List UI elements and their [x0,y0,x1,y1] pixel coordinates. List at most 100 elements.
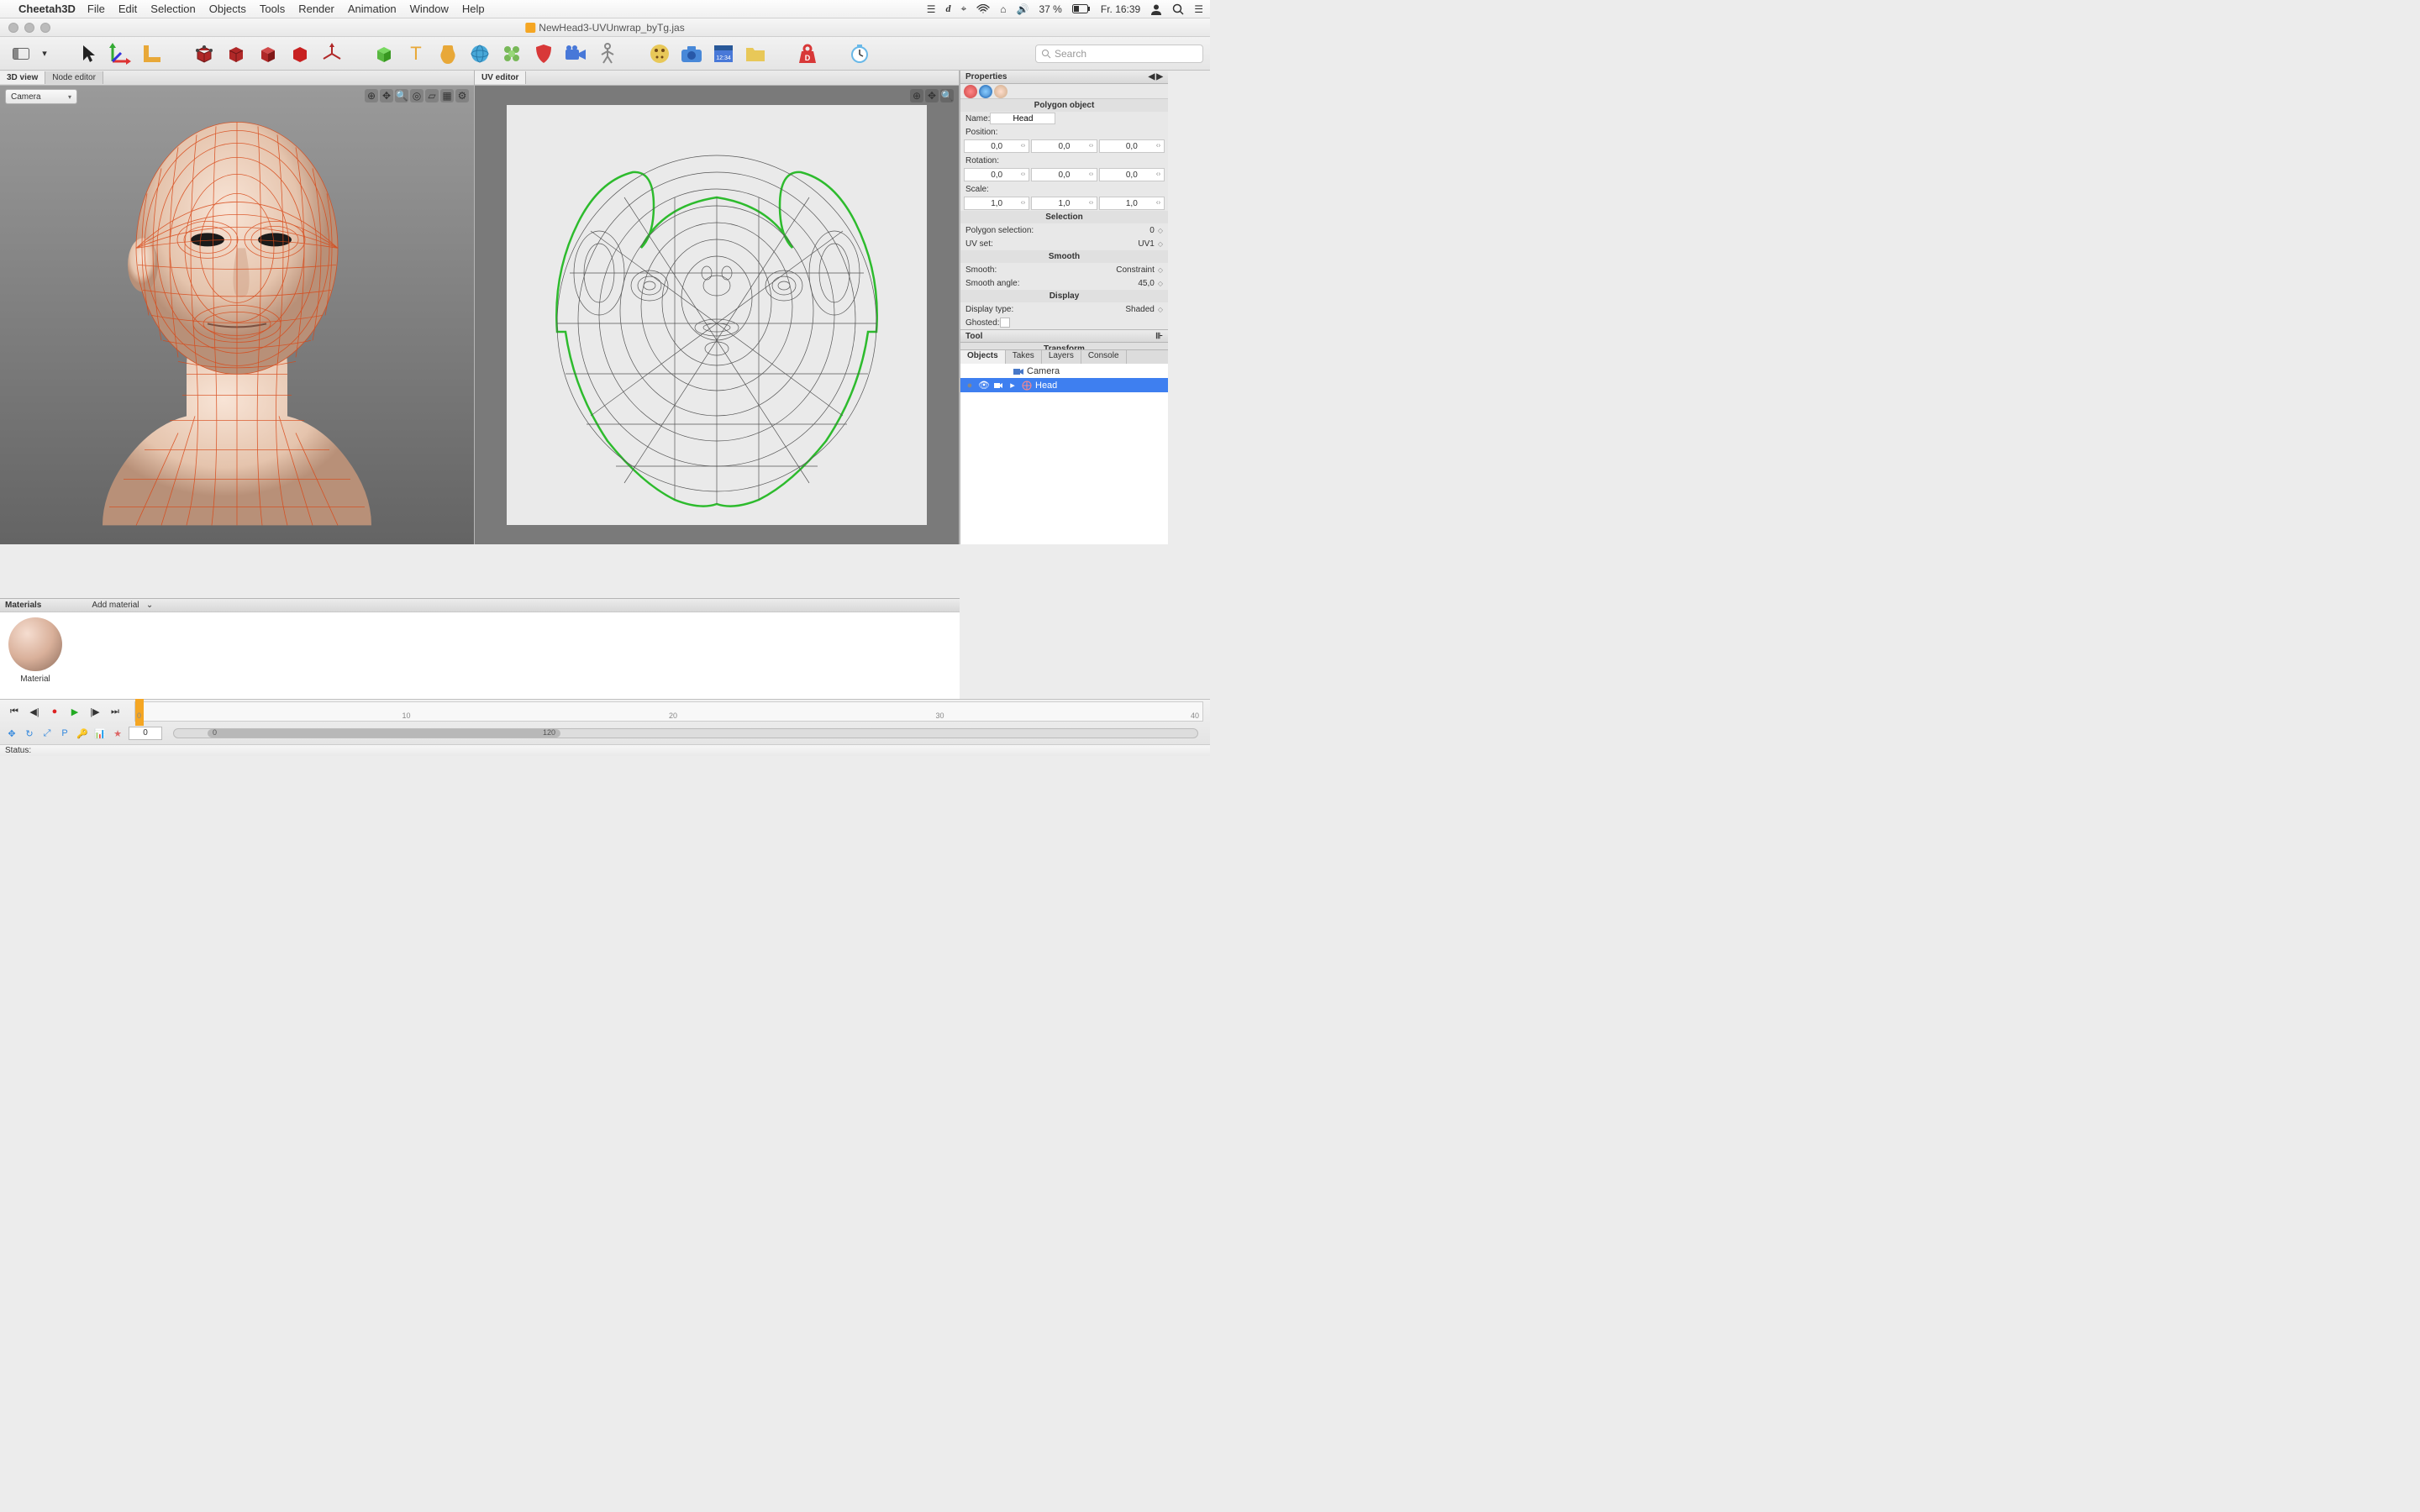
orbit-icon[interactable]: ⊕ [365,89,378,102]
airplay-icon[interactable]: ⌂ [1000,3,1006,15]
display-type-dropdown[interactable]: Shaded [1125,305,1154,314]
timeline-thumb[interactable]: 0120 [208,729,560,738]
photo-camera-icon[interactable] [677,41,706,66]
prop-tab-material-icon[interactable] [994,85,1007,98]
render-vis-icon[interactable] [992,380,1004,391]
clock-text[interactable]: Fr. 16:39 [1101,3,1140,15]
wifi-icon[interactable] [976,4,990,14]
material-item[interactable]: Material [5,617,66,694]
visibility-icon[interactable]: 👁 [978,380,990,391]
current-frame-input[interactable]: 0 [129,727,162,740]
axes-icon[interactable] [318,41,346,66]
add-material-dropdown[interactable]: Add material ⌄ [92,601,153,610]
spotlight-icon[interactable] [1172,3,1184,15]
camera-dropdown[interactable]: Camera [5,89,77,104]
timeline-ruler[interactable]: 0 10 20 30 40 [134,701,1203,722]
particles-icon[interactable] [497,41,526,66]
tab-takes[interactable]: Takes [1006,350,1042,364]
volume-icon[interactable]: 🔊 [1017,3,1029,15]
clapperboard-icon[interactable]: 12:34 [709,41,738,66]
zoom-icon[interactable]: 🔍 [395,89,408,102]
clock-icon[interactable] [845,41,874,66]
param-key-icon[interactable]: P [58,727,71,740]
cube-icon[interactable] [222,41,250,66]
nav-back-icon[interactable]: ◀ [1149,72,1155,81]
scale-z-input[interactable]: 1,0 [1099,197,1165,210]
pos-x-input[interactable]: 0,0 [964,139,1029,153]
rotate-key-icon[interactable]: ↻ [23,727,36,740]
viewport-3d-canvas[interactable]: Camera ⊕ ✥ 🔍 ◎ ▱ ▦ ⚙ [0,86,474,544]
move-key-icon[interactable]: ✥ [5,727,18,740]
step-back-icon[interactable]: ◀| [27,704,42,719]
orbit-icon[interactable]: ⊕ [910,89,923,102]
rot-z-input[interactable]: 0,0 [1099,168,1165,181]
tab-objects[interactable]: Objects [960,350,1006,364]
timeline-scrollbar[interactable]: 0120 [173,728,1198,738]
pos-y-input[interactable]: 0,0 [1031,139,1097,153]
uvset-value[interactable]: UV1 [1138,239,1154,249]
frame-icon[interactable]: ◎ [410,89,424,102]
shield-icon[interactable] [529,41,558,66]
graph-icon[interactable]: 📊 [93,727,107,740]
menu-edit[interactable]: Edit [118,3,137,15]
object-row-camera[interactable]: Camera [960,364,1168,378]
user-icon[interactable] [1150,3,1162,15]
scale-y-input[interactable]: 1,0 [1031,197,1097,210]
close-button[interactable] [8,23,18,33]
notifications-icon[interactable]: ☰ [1194,3,1203,15]
menuextra-icon[interactable]: ☰ [927,3,936,15]
name-input[interactable] [990,113,1055,124]
step-fwd-icon[interactable]: |▶ [87,704,103,719]
folder-icon[interactable] [741,41,770,66]
key-icon[interactable]: 🔑 [76,727,89,740]
minimize-button[interactable] [24,23,34,33]
sphere-icon[interactable] [466,41,494,66]
menu-window[interactable]: Window [410,3,449,15]
tool-expand-icon[interactable]: ⊪ [1155,332,1163,341]
prop-tab-modifier-icon[interactable] [979,85,992,98]
tab-node-editor[interactable]: Node editor [45,71,103,84]
cube-solid-icon[interactable] [286,41,314,66]
ghosted-checkbox[interactable] [1000,318,1010,328]
poly-sel-value[interactable]: 0 [1150,226,1155,235]
select-tool-icon[interactable] [74,41,103,66]
primitive-cube-icon[interactable] [370,41,398,66]
cheetah-icon[interactable] [645,41,674,66]
armature-icon[interactable] [593,41,622,66]
star-icon[interactable]: ★ [111,727,124,740]
menu-render[interactable]: Render [298,3,334,15]
rot-x-input[interactable]: 0,0 [964,168,1029,181]
scale-x-input[interactable]: 1,0 [964,197,1029,210]
smooth-angle-input[interactable]: 45,0 [1138,279,1154,288]
layer-dot-icon[interactable]: ● [964,380,976,391]
tab-3d-view[interactable]: 3D view [0,71,45,84]
record-icon[interactable]: ● [47,704,62,719]
viewport-uv-canvas[interactable]: ⊕ ✥ 🔍 [475,86,959,544]
search-input[interactable]: Search [1035,45,1203,63]
cube-wireframe-icon[interactable] [190,41,218,66]
dropdown-icon[interactable]: ▾ [39,41,50,66]
gear-icon[interactable]: ⚙ [455,89,469,102]
menuextra-icon[interactable]: d [946,3,951,15]
prop-tab-star-icon[interactable] [964,85,977,98]
go-start-icon[interactable]: ⏮ [7,704,22,719]
bluetooth-icon[interactable]: ⌖ [961,3,967,15]
tab-uv-editor[interactable]: UV editor [475,71,526,84]
camera-icon[interactable] [561,41,590,66]
menu-selection[interactable]: Selection [150,3,195,15]
vase-icon[interactable] [434,41,462,66]
pan-icon[interactable]: ✥ [925,89,939,102]
go-end-icon[interactable]: ⏭ [108,704,123,719]
tab-console[interactable]: Console [1081,350,1127,364]
play-icon[interactable]: ▶ [67,704,82,719]
object-row-head[interactable]: ● 👁 ▸ Head [960,378,1168,392]
weight-icon[interactable]: D [793,41,822,66]
sidebar-toggle-button[interactable] [7,41,35,66]
nav-fwd-icon[interactable]: ▶ [1156,72,1163,81]
pan-icon[interactable]: ✥ [380,89,393,102]
zoom-icon[interactable]: 🔍 [940,89,954,102]
smooth-dropdown[interactable]: Constraint [1116,265,1155,275]
scale-key-icon[interactable]: ⤢ [40,727,54,740]
menu-file[interactable]: File [87,3,105,15]
tab-layers[interactable]: Layers [1042,350,1081,364]
